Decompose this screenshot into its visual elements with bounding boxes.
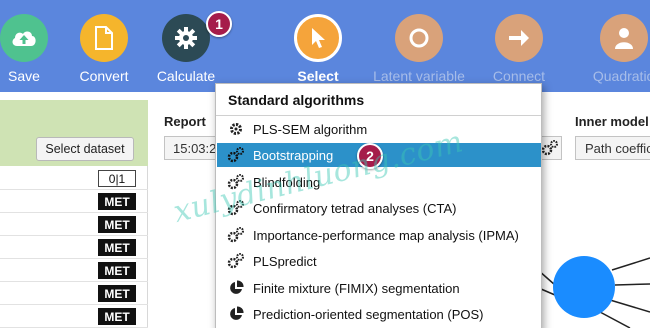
list-item[interactable]: MET (0, 190, 148, 213)
menu-item-label: Finite mixture (FIMIX) segmentation (253, 280, 460, 296)
indicator-tag: MET (98, 216, 136, 233)
dataset-panel-header: Select dataset (0, 100, 148, 166)
person-icon (600, 14, 648, 62)
list-item[interactable]: MET (0, 305, 148, 328)
menu-item-label: Bootstrapping (253, 147, 334, 163)
indicator-tag: MET (98, 193, 136, 210)
pie-icon (226, 304, 246, 324)
dataset-panel: Select dataset 0|1 MET MET MET MET MET M… (0, 100, 148, 328)
cloud-upload-icon (0, 14, 48, 62)
list-item[interactable]: MET (0, 259, 148, 282)
latent-variable-node[interactable] (553, 256, 615, 318)
calculate-label: Calculate (156, 68, 216, 84)
gears-icon (226, 145, 246, 165)
menu-item-label: Prediction-oriented segmentation (POS) (253, 306, 484, 322)
gears-icon (226, 225, 246, 245)
menu-item-ipma[interactable]: Importance-performance map analysis (IPM… (217, 223, 541, 247)
list-item[interactable]: MET (0, 282, 148, 305)
indicator-tag: MET (98, 285, 136, 302)
connect-label: Connect (492, 68, 546, 84)
gear-icon (226, 119, 246, 139)
indicator-tag: MET (98, 239, 136, 256)
gear-icon (162, 14, 210, 62)
list-item[interactable]: MET (0, 213, 148, 236)
menu-item-pls-sem[interactable]: PLS-SEM algorithm (217, 117, 541, 141)
menu-divider (216, 115, 541, 116)
app-root: Save Convert Calculate 1 Select Latent v… (0, 0, 650, 328)
list-item[interactable]: MET (0, 236, 148, 259)
arrow-right-icon (495, 14, 543, 62)
pie-icon (226, 278, 246, 298)
list-item[interactable]: 0|1 (0, 167, 148, 190)
menu-item-label: Blindfolding (253, 174, 321, 190)
latent-variable-label: Latent variable (373, 68, 465, 84)
menu-item-pos[interactable]: Prediction-oriented segmentation (POS) (217, 302, 541, 326)
toolbar: Save Convert Calculate 1 Select Latent v… (0, 0, 650, 92)
menu-item-label: Confirmatory tetrad analyses (CTA) (253, 200, 457, 216)
inner-model-label: Inner model (575, 114, 649, 129)
gears-icon (226, 251, 246, 271)
report-label: Report (164, 114, 206, 129)
document-icon (80, 14, 128, 62)
select-label: Select (297, 68, 339, 84)
indicator-tag: MET (98, 308, 136, 325)
indicator-tag: MET (98, 262, 136, 279)
gears-icon (226, 172, 246, 192)
menu-item-cta[interactable]: Confirmatory tetrad analyses (CTA) (217, 196, 541, 220)
step-badge-2: 2 (357, 143, 383, 169)
menu-item-label: PLSpredict (253, 253, 317, 269)
menu-item-plspredict[interactable]: PLSpredict (217, 249, 541, 273)
menu-item-label: Importance-performance map analysis (IPM… (253, 227, 519, 243)
menu-item-label: PLS-SEM algorithm (253, 121, 368, 137)
menu-item-fimix[interactable]: Finite mixture (FIMIX) segmentation (217, 276, 541, 300)
menu-item-blindfolding[interactable]: Blindfolding (217, 170, 541, 194)
indicator-tag: 0|1 (98, 170, 136, 187)
cursor-icon (294, 14, 342, 62)
gears-icon (541, 140, 558, 156)
gears-icon (226, 198, 246, 218)
circle-icon (395, 14, 443, 62)
step-badge-1: 1 (206, 11, 232, 37)
inner-model-select[interactable]: Path coeffic (575, 136, 650, 160)
select-dataset-button[interactable]: Select dataset (36, 137, 134, 161)
calculate-dropdown-menu: Standard algorithms PLS-SEM algorithm Bo… (215, 83, 542, 328)
menu-section-header: Standard algorithms (228, 92, 365, 108)
quadratic-effect-label: Quadratic ef (592, 68, 650, 84)
